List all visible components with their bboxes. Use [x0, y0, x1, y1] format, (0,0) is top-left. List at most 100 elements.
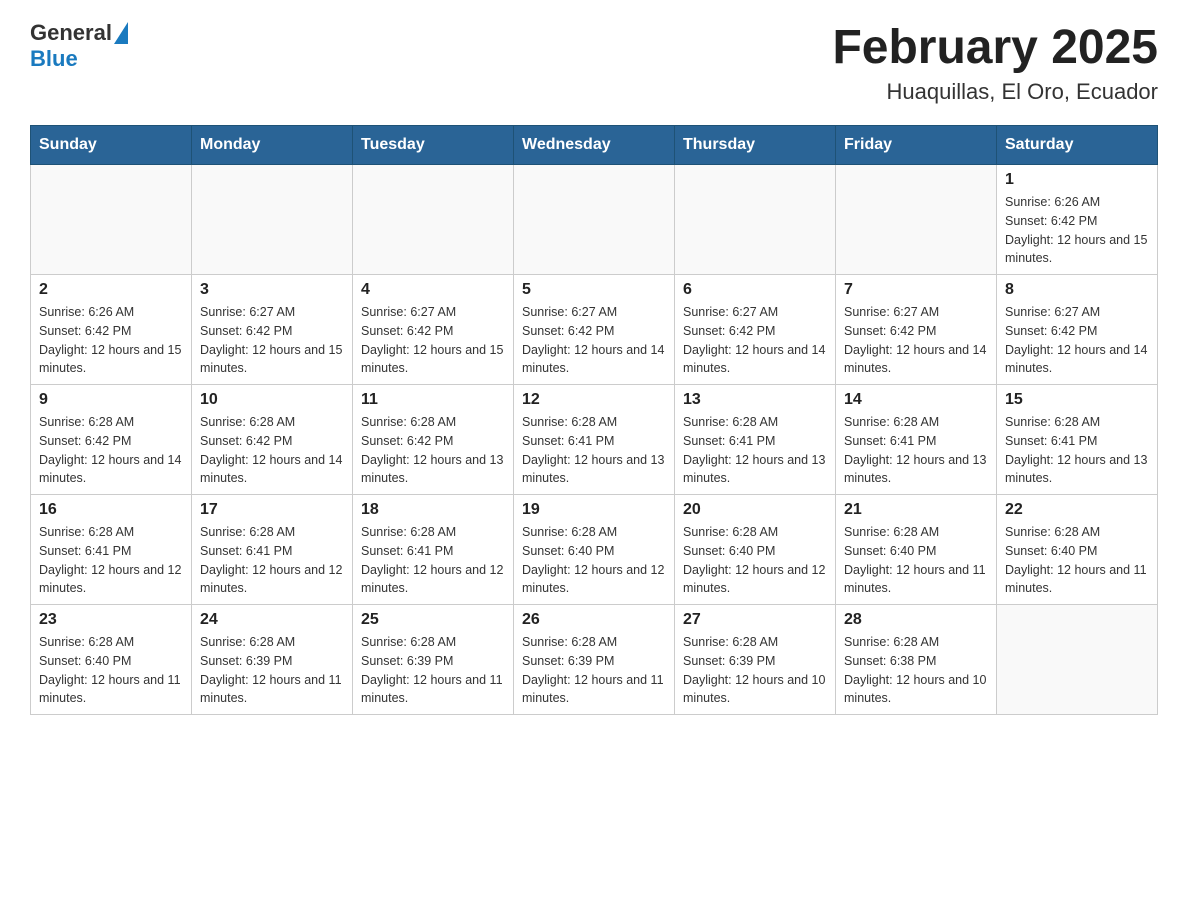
calendar-day-cell: 7 Sunrise: 6:27 AM Sunset: 6:42 PM Daylig…: [836, 275, 997, 385]
weekday-header-sunday: Sunday: [31, 126, 192, 165]
calendar-day-cell: 5Sunrise: 6:27 AM Sunset: 6:42 PM Daylig…: [514, 275, 675, 385]
day-number: 8: [1005, 281, 1149, 299]
day-number: 9: [39, 391, 183, 409]
calendar-day-cell: 25 Sunrise: 6:28 AM Sunset: 6:39 PM Dayli…: [353, 605, 514, 715]
day-info: Sunrise: 6:26 AM Sunset: 6:42 PM Dayligh…: [1005, 193, 1149, 268]
day-number: 19: [522, 501, 666, 519]
calendar-day-cell: [836, 165, 997, 275]
calendar-day-cell: [997, 605, 1158, 715]
day-info: Sunrise: 6:28 AM Sunset: 6:42 PM Dayligh…: [200, 413, 344, 488]
weekday-header-row: SundayMondayTuesdayWednesdayThursdayFrid…: [31, 126, 1158, 165]
day-number: 21: [844, 501, 988, 519]
day-info: Sunrise: 6:28 AM Sunset: 6:40 PM Dayligh…: [1005, 523, 1149, 598]
weekday-header-friday: Friday: [836, 126, 997, 165]
calendar-day-cell: 24 Sunrise: 6:28 AM Sunset: 6:39 PM Dayli…: [192, 605, 353, 715]
calendar-day-cell: 10 Sunrise: 6:28 AM Sunset: 6:42 PM Dayli…: [192, 385, 353, 495]
day-number: 28: [844, 611, 988, 629]
day-info: Sunrise: 6:28 AM Sunset: 6:39 PM Dayligh…: [683, 633, 827, 708]
day-info: Sunrise: 6:28 AM Sunset: 6:41 PM Dayligh…: [200, 523, 344, 598]
day-info: Sunrise: 6:28 AM Sunset: 6:40 PM Dayligh…: [844, 523, 988, 598]
day-number: 15: [1005, 391, 1149, 409]
day-info: Sunrise: 6:28 AM Sunset: 6:41 PM Dayligh…: [683, 413, 827, 488]
day-number: 12: [522, 391, 666, 409]
day-number: 16: [39, 501, 183, 519]
day-number: 26: [522, 611, 666, 629]
calendar-day-cell: 2 Sunrise: 6:26 AM Sunset: 6:42 PM Daylig…: [31, 275, 192, 385]
day-number: 2: [39, 281, 183, 299]
calendar-day-cell: 23Sunrise: 6:28 AM Sunset: 6:40 PM Dayli…: [31, 605, 192, 715]
calendar-day-cell: 8 Sunrise: 6:27 AM Sunset: 6:42 PM Daylig…: [997, 275, 1158, 385]
day-info: Sunrise: 6:27 AM Sunset: 6:42 PM Dayligh…: [361, 303, 505, 378]
calendar-table: SundayMondayTuesdayWednesdayThursdayFrid…: [30, 125, 1158, 715]
day-number: 23: [39, 611, 183, 629]
logo-blue-text: Blue: [30, 46, 78, 72]
day-info: Sunrise: 6:28 AM Sunset: 6:41 PM Dayligh…: [361, 523, 505, 598]
day-info: Sunrise: 6:28 AM Sunset: 6:39 PM Dayligh…: [522, 633, 666, 708]
calendar-day-cell: 12 Sunrise: 6:28 AM Sunset: 6:41 PM Dayli…: [514, 385, 675, 495]
day-info: Sunrise: 6:27 AM Sunset: 6:42 PM Dayligh…: [844, 303, 988, 378]
calendar-day-cell: 27Sunrise: 6:28 AM Sunset: 6:39 PM Dayli…: [675, 605, 836, 715]
day-info: Sunrise: 6:28 AM Sunset: 6:40 PM Dayligh…: [683, 523, 827, 598]
day-info: Sunrise: 6:28 AM Sunset: 6:41 PM Dayligh…: [1005, 413, 1149, 488]
logo: General Blue: [30, 20, 130, 72]
day-number: 1: [1005, 171, 1149, 189]
weekday-header-saturday: Saturday: [997, 126, 1158, 165]
calendar-day-cell: [192, 165, 353, 275]
day-number: 4: [361, 281, 505, 299]
calendar-day-cell: [353, 165, 514, 275]
calendar-week-row: 9 Sunrise: 6:28 AM Sunset: 6:42 PM Daylig…: [31, 385, 1158, 495]
day-number: 13: [683, 391, 827, 409]
day-info: Sunrise: 6:28 AM Sunset: 6:41 PM Dayligh…: [844, 413, 988, 488]
calendar-day-cell: [675, 165, 836, 275]
calendar-day-cell: 13 Sunrise: 6:28 AM Sunset: 6:41 PM Dayli…: [675, 385, 836, 495]
calendar-day-cell: 18 Sunrise: 6:28 AM Sunset: 6:41 PM Dayli…: [353, 495, 514, 605]
calendar-day-cell: 15 Sunrise: 6:28 AM Sunset: 6:41 PM Dayli…: [997, 385, 1158, 495]
logo-general-text: General: [30, 20, 112, 46]
day-number: 18: [361, 501, 505, 519]
day-number: 22: [1005, 501, 1149, 519]
calendar-day-cell: 1 Sunrise: 6:26 AM Sunset: 6:42 PM Daylig…: [997, 165, 1158, 275]
calendar-day-cell: 11Sunrise: 6:28 AM Sunset: 6:42 PM Dayli…: [353, 385, 514, 495]
calendar-day-cell: 16Sunrise: 6:28 AM Sunset: 6:41 PM Dayli…: [31, 495, 192, 605]
day-info: Sunrise: 6:27 AM Sunset: 6:42 PM Dayligh…: [1005, 303, 1149, 378]
day-number: 17: [200, 501, 344, 519]
day-info: Sunrise: 6:28 AM Sunset: 6:39 PM Dayligh…: [361, 633, 505, 708]
day-number: 10: [200, 391, 344, 409]
day-info: Sunrise: 6:28 AM Sunset: 6:39 PM Dayligh…: [200, 633, 344, 708]
calendar-day-cell: [31, 165, 192, 275]
calendar-day-cell: 21 Sunrise: 6:28 AM Sunset: 6:40 PM Dayli…: [836, 495, 997, 605]
calendar-week-row: 2 Sunrise: 6:26 AM Sunset: 6:42 PM Daylig…: [31, 275, 1158, 385]
day-info: Sunrise: 6:28 AM Sunset: 6:42 PM Dayligh…: [39, 413, 183, 488]
location-title: Huaquillas, El Oro, Ecuador: [832, 79, 1158, 105]
day-info: Sunrise: 6:27 AM Sunset: 6:42 PM Dayligh…: [683, 303, 827, 378]
calendar-day-cell: 19 Sunrise: 6:28 AM Sunset: 6:40 PM Dayli…: [514, 495, 675, 605]
day-number: 25: [361, 611, 505, 629]
day-number: 6: [683, 281, 827, 299]
calendar-day-cell: [514, 165, 675, 275]
calendar-day-cell: 17 Sunrise: 6:28 AM Sunset: 6:41 PM Dayli…: [192, 495, 353, 605]
calendar-day-cell: 22 Sunrise: 6:28 AM Sunset: 6:40 PM Dayli…: [997, 495, 1158, 605]
page-header: General Blue February 2025 Huaquillas, E…: [30, 20, 1158, 105]
day-number: 14: [844, 391, 988, 409]
day-number: 20: [683, 501, 827, 519]
month-title: February 2025: [832, 20, 1158, 75]
day-info: Sunrise: 6:28 AM Sunset: 6:42 PM Dayligh…: [361, 413, 505, 488]
calendar-day-cell: 26 Sunrise: 6:28 AM Sunset: 6:39 PM Dayli…: [514, 605, 675, 715]
day-info: Sunrise: 6:26 AM Sunset: 6:42 PM Dayligh…: [39, 303, 183, 378]
day-number: 24: [200, 611, 344, 629]
day-info: Sunrise: 6:28 AM Sunset: 6:38 PM Dayligh…: [844, 633, 988, 708]
day-info: Sunrise: 6:28 AM Sunset: 6:41 PM Dayligh…: [522, 413, 666, 488]
calendar-day-cell: 9 Sunrise: 6:28 AM Sunset: 6:42 PM Daylig…: [31, 385, 192, 495]
weekday-header-thursday: Thursday: [675, 126, 836, 165]
calendar-day-cell: 4 Sunrise: 6:27 AM Sunset: 6:42 PM Daylig…: [353, 275, 514, 385]
day-number: 7: [844, 281, 988, 299]
calendar-day-cell: 28 Sunrise: 6:28 AM Sunset: 6:38 PM Dayli…: [836, 605, 997, 715]
calendar-day-cell: 14 Sunrise: 6:28 AM Sunset: 6:41 PM Dayli…: [836, 385, 997, 495]
calendar-day-cell: 20 Sunrise: 6:28 AM Sunset: 6:40 PM Dayli…: [675, 495, 836, 605]
day-info: Sunrise: 6:27 AM Sunset: 6:42 PM Dayligh…: [200, 303, 344, 378]
day-number: 3: [200, 281, 344, 299]
day-info: Sunrise: 6:28 AM Sunset: 6:40 PM Dayligh…: [522, 523, 666, 598]
calendar-week-row: 23Sunrise: 6:28 AM Sunset: 6:40 PM Dayli…: [31, 605, 1158, 715]
logo-triangle-icon: [114, 22, 128, 44]
weekday-header-wednesday: Wednesday: [514, 126, 675, 165]
